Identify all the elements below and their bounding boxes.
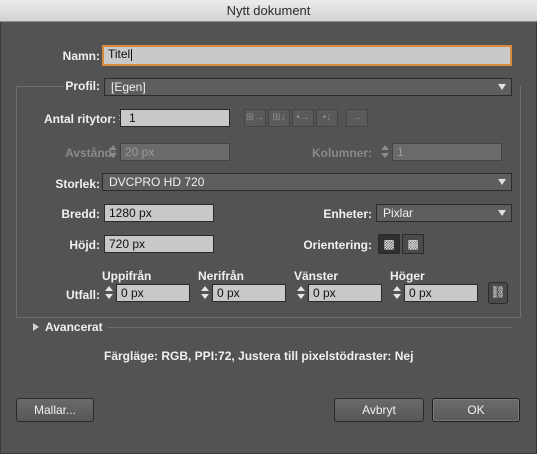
chevron-down-icon xyxy=(498,84,506,90)
bleed-left-stepper[interactable] xyxy=(296,284,306,302)
arrange-by-row-icon[interactable]: •→ xyxy=(292,109,314,127)
stepper-up-icon[interactable] xyxy=(105,286,113,291)
stepper-up-icon[interactable] xyxy=(393,286,401,291)
spacing-stepper[interactable] xyxy=(108,143,118,161)
stepper-up-icon[interactable] xyxy=(297,286,305,291)
spacing-label: Avstånd: xyxy=(65,146,116,160)
height-field[interactable]: 720 px xyxy=(104,235,214,253)
bleed-top-label: Uppifrån xyxy=(102,269,152,283)
window-titlebar: Nytt dokument xyxy=(0,0,537,22)
width-value: 1280 px xyxy=(109,206,152,220)
width-label: Bredd: xyxy=(61,207,100,221)
color-mode-summary: Färgläge: RGB, PPI:72, Justera till pixe… xyxy=(104,349,414,363)
bleed-label: Utfall: xyxy=(66,288,100,302)
bleed-right-label: Höger xyxy=(390,269,425,283)
text-caret xyxy=(131,48,133,61)
bleed-right-value: 0 px xyxy=(409,286,432,300)
cancel-button[interactable]: Avbryt xyxy=(334,398,424,422)
height-value: 720 px xyxy=(109,237,146,251)
bleed-left-field[interactable]: 0 px xyxy=(308,284,382,302)
bleed-bottom-field[interactable]: 0 px xyxy=(212,284,286,302)
right-to-left-icon[interactable]: → xyxy=(346,109,368,127)
units-label: Enheter: xyxy=(323,207,372,221)
stepper-down-icon[interactable] xyxy=(105,294,113,299)
ok-button[interactable]: OK xyxy=(432,398,520,422)
spacing-field[interactable]: 20 px xyxy=(120,143,230,161)
artboard-count-label: Antal ritytor: xyxy=(44,112,116,126)
size-value: DVCPRO HD 720 xyxy=(109,175,205,189)
name-field[interactable]: Titel xyxy=(102,45,512,66)
height-label: Höjd: xyxy=(69,238,100,252)
artboard-count-field[interactable]: 1 xyxy=(120,109,230,127)
chevron-down-icon xyxy=(498,210,506,216)
profile-dropdown[interactable]: [Egen] xyxy=(104,78,512,96)
width-field[interactable]: 1280 px xyxy=(104,204,214,222)
columns-field[interactable]: 1 xyxy=(392,143,502,161)
window-title: Nytt dokument xyxy=(226,3,311,18)
columns-stepper[interactable] xyxy=(380,143,390,161)
portrait-orientation-icon[interactable]: ▩ xyxy=(378,234,400,254)
name-label: Namn: xyxy=(62,49,100,63)
stepper-down-icon[interactable] xyxy=(109,153,117,158)
name-value: Titel xyxy=(108,47,131,61)
size-label: Storlek: xyxy=(55,177,100,191)
landscape-orientation-icon[interactable]: ▩ xyxy=(402,234,424,254)
profile-label: Profil: xyxy=(65,79,100,93)
bleed-right-stepper[interactable] xyxy=(392,284,402,302)
bleed-left-value: 0 px xyxy=(313,286,336,300)
arrange-by-column-icon[interactable]: •↓ xyxy=(316,109,338,127)
units-value: Pixlar xyxy=(383,206,414,220)
bleed-bottom-value: 0 px xyxy=(217,286,240,300)
bleed-top-field[interactable]: 0 px xyxy=(116,284,190,302)
bleed-right-field[interactable]: 0 px xyxy=(404,284,478,302)
units-dropdown[interactable]: Pixlar xyxy=(376,204,512,222)
artboard-count-value: 1 xyxy=(129,111,136,125)
bleed-bottom-label: Nerifrån xyxy=(198,269,245,283)
columns-label: Kolumner: xyxy=(312,146,372,160)
stepper-down-icon[interactable] xyxy=(393,294,401,299)
stepper-down-icon[interactable] xyxy=(297,294,305,299)
stepper-up-icon[interactable] xyxy=(381,145,389,150)
bleed-top-stepper[interactable] xyxy=(104,284,114,302)
link-chain-icon[interactable]: ⛓ xyxy=(488,282,508,304)
profile-value: [Egen] xyxy=(111,80,146,94)
stepper-down-icon[interactable] xyxy=(381,153,389,158)
spacing-value: 20 px xyxy=(125,145,155,159)
advanced-label[interactable]: Avancerat xyxy=(45,320,103,334)
chevron-down-icon xyxy=(498,179,506,185)
bleed-left-label: Vänster xyxy=(294,269,339,283)
columns-value: 1 xyxy=(397,145,404,159)
stepper-up-icon[interactable] xyxy=(109,145,117,150)
bleed-bottom-stepper[interactable] xyxy=(200,284,210,302)
templates-button[interactable]: Mallar... xyxy=(16,398,94,422)
grid-by-row-icon[interactable]: ⊞→ xyxy=(244,109,266,127)
orientation-label: Orientering: xyxy=(303,238,372,252)
disclosure-triangle-icon[interactable] xyxy=(33,323,39,331)
advanced-divider xyxy=(108,327,512,328)
size-dropdown[interactable]: DVCPRO HD 720 xyxy=(102,173,512,191)
grid-by-column-icon[interactable]: ⊞↓ xyxy=(268,109,290,127)
stepper-down-icon[interactable] xyxy=(201,294,209,299)
bleed-top-value: 0 px xyxy=(121,286,144,300)
stepper-up-icon[interactable] xyxy=(201,286,209,291)
